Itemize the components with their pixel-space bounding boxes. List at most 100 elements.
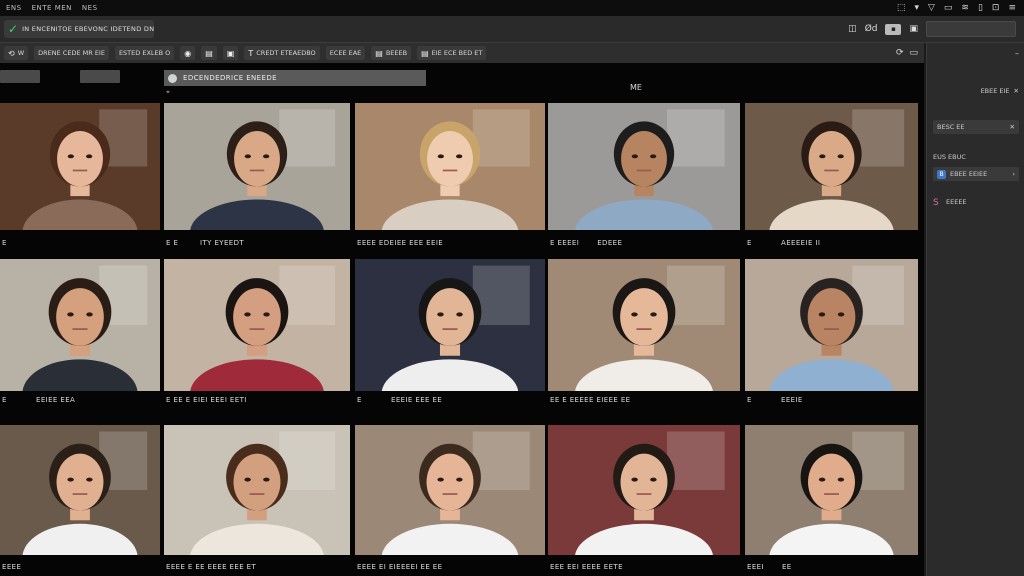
battery-icon[interactable]: ▯ (978, 3, 983, 13)
toolbar-button-2[interactable]: DRENE CEDE MR EIE (34, 46, 109, 60)
avatar (0, 259, 160, 391)
participant-video-tile[interactable] (0, 103, 160, 230)
video-grid: EDCENDEDRICE ENEEDE ⌖ ME E E E ITY EYEEDT E… (0, 63, 924, 576)
toolbar-button-7[interactable]: T CREDT ETEAEDBO (244, 46, 320, 60)
window-icon[interactable]: ▭ (909, 48, 918, 58)
right-panel-item[interactable]: BESC EE ✕ (933, 120, 1019, 134)
avatar (355, 103, 545, 230)
close-icon[interactable]: ✕ (1010, 123, 1015, 131)
right-panel-item[interactable]: B EBEE EEIEE › (933, 167, 1019, 181)
participants-icon[interactable]: ▪ (885, 23, 902, 35)
toolbar-button-10[interactable]: ▤ EIE ECE BED ET (417, 46, 487, 60)
right-panel: – EBEE EIE ✕ BESC EE ✕ EUS EBUC B EBEE EEI… (926, 43, 1024, 576)
window-icon[interactable]: ▭ (944, 3, 953, 13)
participant-video-tile[interactable] (355, 103, 545, 230)
avatar (164, 103, 350, 230)
avatar (355, 425, 545, 555)
participant-caption: E EEEIE (747, 396, 803, 404)
menu-item[interactable]: ENTE MEN (32, 4, 72, 12)
right-panel-item[interactable]: EBEE EIE ✕ (933, 84, 1019, 98)
participant-status: ITY EYEEDT (200, 239, 245, 247)
view-toggle[interactable] (80, 70, 120, 83)
wifi-icon[interactable]: ≋ (961, 3, 969, 13)
pin-icon[interactable]: ⌖ (166, 88, 170, 97)
participant-status: EEEIE EEE EE (391, 396, 443, 404)
avatar (164, 259, 350, 391)
toolbar-button-4[interactable]: ◉ (180, 46, 196, 60)
participant-caption: EEEE EDEIEE EEE EEIE (357, 239, 461, 247)
toolbar-button-1[interactable]: ⟲ W (4, 46, 29, 60)
title-controls: ◫ Ød ▪ ▣ (848, 21, 1024, 37)
avatar (355, 259, 545, 391)
view-toggle[interactable] (0, 70, 40, 83)
participant-video-tile[interactable] (164, 425, 350, 555)
participant-name: EEEE E EE EEEE EEE ET (166, 563, 257, 571)
layout-icon[interactable]: ◫ (848, 24, 857, 34)
participant-name: EEEE EDEIEE EEE EEIE (357, 239, 444, 247)
menu-item[interactable]: NES (82, 4, 98, 12)
avatar (0, 103, 160, 230)
dropdown-icon[interactable]: ▾ (914, 3, 919, 13)
toolbar-button-8[interactable]: ECEE EAE (325, 46, 366, 60)
lock-icon[interactable]: ⊡ (992, 3, 1000, 13)
participant-status: EEIEE EEA (36, 396, 76, 404)
participant-video-tile[interactable] (355, 425, 545, 555)
participant-status: EDEEE (597, 239, 623, 247)
participant-video-tile[interactable] (745, 103, 918, 230)
avatar (745, 259, 918, 391)
participant-caption: EEEE EI EIEEEEI EE EE (357, 563, 460, 571)
right-panel-item-label: EEEEE (946, 198, 967, 206)
participant-video-tile[interactable] (355, 259, 545, 391)
participant-name: E EE E EIEI EEEI EETI (166, 396, 247, 404)
toolbar-button-9[interactable]: ▤ BEEEB (371, 46, 412, 60)
title-bar: ✓ IN ENCENITOE EBEVONC IDETEND DNTD ◫ Ød… (0, 16, 1024, 43)
settings-icon[interactable]: ▣ (909, 24, 918, 34)
minimize-icon[interactable]: – (1015, 49, 1019, 58)
grid-icon: ▣ (226, 48, 235, 58)
chevron-icon[interactable]: ▽ (928, 3, 935, 13)
participant-caption: EEEE E EE EEEE EEE ET (166, 563, 274, 571)
participant-video-tile[interactable] (164, 103, 350, 230)
view-label[interactable]: Ød (865, 24, 878, 34)
participant-name: EEEI (747, 563, 764, 571)
menu-icon[interactable]: ≡ (1008, 3, 1016, 13)
participant-video-tile[interactable] (548, 425, 740, 555)
participant-video-tile[interactable] (745, 259, 918, 391)
search-input[interactable] (926, 21, 1016, 37)
meeting-name-bar[interactable]: EDCENDEDRICE ENEEDE (164, 70, 426, 86)
toolbar: ⟲ W DRENE CEDE MR EIE ESTED EXLEB O ◉ ▤ ▣… (0, 43, 924, 63)
toolbar-button-6[interactable]: ▣ (222, 46, 239, 60)
right-panel-item[interactable]: S EEEEE (933, 195, 1019, 209)
toolbar-right: ⟳ ▭ (896, 48, 924, 58)
grid-header: EDCENDEDRICE ENEEDE ⌖ ME (0, 63, 924, 103)
status-dot-icon (168, 73, 177, 83)
app-icon: B (937, 169, 946, 179)
arrow-icon[interactable]: ⬚ (897, 3, 906, 13)
toolbar-button-5[interactable]: ▤ (201, 46, 217, 60)
close-icon[interactable]: ✕ (1014, 87, 1019, 95)
participant-caption: E EEIEE EEA (2, 396, 75, 404)
participant-caption: EEEE (2, 563, 39, 571)
participant-video-tile[interactable] (164, 259, 350, 391)
toolbar-button-3[interactable]: ESTED EXLEB O (114, 46, 175, 60)
participant-name: E (2, 396, 7, 404)
app-tab[interactable]: ✓ IN ENCENITOE EBEVONC IDETEND DNTD (4, 20, 154, 38)
participant-caption: EEE EEI EEEE EETE (550, 563, 641, 571)
refresh-icon[interactable]: ⟳ (896, 48, 904, 58)
chevron-right-icon[interactable]: › (1012, 170, 1015, 178)
menu-item[interactable]: ENS (6, 4, 22, 12)
participant-name: E E (166, 239, 179, 247)
participant-name: E (2, 239, 7, 247)
participant-name: EEE EEI EEEE EETE (550, 563, 623, 571)
participant-video-tile[interactable] (0, 259, 160, 391)
participant-video-tile[interactable] (0, 425, 160, 555)
participant-video-tile[interactable] (548, 103, 740, 230)
participant-video-tile[interactable] (548, 259, 740, 391)
participant-video-tile[interactable] (745, 425, 918, 555)
right-panel-item[interactable]: EUS EBUC (933, 150, 1019, 164)
check-icon: ✓ (8, 22, 19, 36)
app-tab-title: IN ENCENITOE EBEVONC IDETEND DNTD (22, 25, 154, 33)
right-panel-header: – (927, 43, 1024, 63)
avatar (548, 259, 740, 391)
s-icon: S (933, 197, 939, 208)
